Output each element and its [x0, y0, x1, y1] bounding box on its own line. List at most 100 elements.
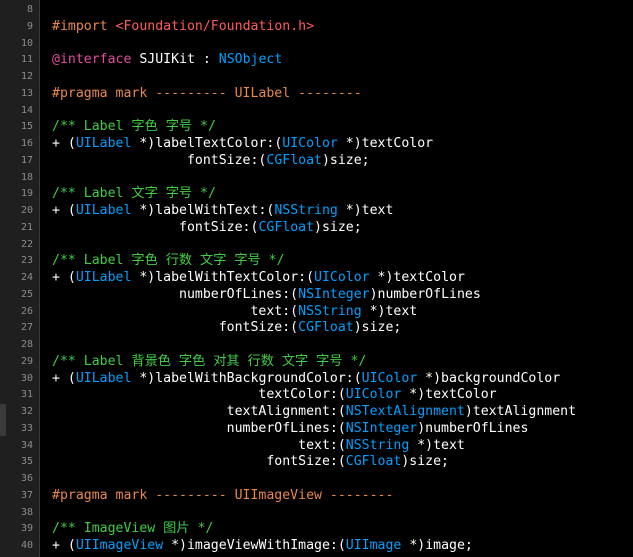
code-token-type: UIImageView: [75, 538, 164, 553]
line-number: 12: [20, 71, 33, 82]
code-editor[interactable]: 8 9 10 11 12 13 14 15 16 17 18 19 20 21 22 23 24 25 26 27 28…: [0, 0, 633, 557]
line-number: 28: [20, 339, 33, 350]
code-token-plain: fontSize:(: [52, 219, 259, 235]
code-line[interactable]: + (UILabel *)labelWithText:(NSString *)t…: [52, 203, 633, 220]
code-token-plain: + (: [52, 370, 76, 386]
code-line[interactable]: numberOfLines:(NSInteger)numberOfLines: [52, 287, 633, 304]
code-line[interactable]: [52, 170, 633, 187]
code-line[interactable]: #import <Foundation/Foundation.h>: [52, 19, 633, 36]
code-token-keyword: @interface: [52, 52, 132, 68]
code-token-plain: *)textColor: [369, 270, 465, 285]
code-lines[interactable]: #import <Foundation/Foundation.h> @interf…: [52, 0, 633, 555]
code-token-preproc: #pragma mark --------- UILabel --------: [52, 85, 362, 101]
line-number: 39: [20, 523, 33, 535]
code-line[interactable]: /** Label 字色 字号 */: [52, 119, 633, 136]
code-token-type: CGFloat: [298, 320, 354, 336]
code-token-plain: fontSize:(: [52, 320, 299, 336]
code-line[interactable]: [52, 237, 633, 254]
line-number: 14: [20, 104, 33, 116]
code-line[interactable]: fontSize:(CGFloat)size;: [52, 153, 633, 170]
line-number: 26: [20, 305, 33, 317]
code-token-type: NSInteger: [298, 286, 370, 302]
code-token-plain: )size;: [401, 454, 449, 470]
code-token-type: UILabel: [75, 203, 132, 218]
code-line[interactable]: textAlignment:(NSTextAlignment)textAlign…: [52, 404, 633, 421]
code-token-plain: *)text: [337, 203, 394, 218]
line-number: 35: [20, 456, 33, 468]
code-token-plain: textColor:(: [52, 387, 346, 403]
code-line[interactable]: #pragma mark --------- UILabel --------: [52, 86, 633, 103]
code-token-type: UILabel: [75, 370, 132, 386]
code-line[interactable]: [52, 2, 633, 19]
code-token-plain: )textAlignment: [464, 404, 577, 419]
code-line[interactable]: fontSize:(CGFloat)size;: [52, 454, 633, 471]
code-token-type: CGFloat: [266, 152, 322, 168]
code-token-type: NSTextAlignment: [345, 404, 465, 419]
code-line[interactable]: [52, 471, 633, 488]
line-number: 16: [20, 138, 33, 149]
code-line[interactable]: @interface SJUIKit : NSObject: [52, 52, 633, 69]
code-line[interactable]: [52, 337, 633, 354]
code-line[interactable]: + (UILabel *)labelWithTextColor:(UIColor…: [52, 270, 633, 287]
code-token-plain: + (: [52, 203, 76, 218]
code-line[interactable]: fontSize:(CGFloat)size;: [52, 220, 633, 237]
code-token-plain: *)labelWithText:(: [131, 203, 275, 218]
code-line[interactable]: text:(NSString *)text: [52, 304, 633, 321]
code-token-plain: *)labelTextColor:(: [131, 136, 283, 151]
code-line[interactable]: + (UIImageView *)imageViewWithImage:(UII…: [52, 538, 633, 555]
code-token-type: CGFloat: [345, 454, 402, 470]
code-token-type: NSString: [298, 303, 362, 319]
code-token-type: UIColor: [361, 370, 418, 386]
code-token-plain: *)text: [409, 437, 465, 453]
code-line[interactable]: #pragma mark --------- UIImageView -----…: [52, 488, 633, 505]
code-line[interactable]: /** Label 字色 行数 文字 字号 */: [52, 253, 633, 270]
code-token-plain: )numberOfLines: [417, 420, 529, 436]
line-number: 40: [20, 540, 33, 551]
code-token-type: NSString: [274, 203, 338, 218]
code-token-preproc: #pragma mark --------- UIImageView -----…: [52, 487, 394, 503]
line-number: 23: [20, 255, 33, 267]
code-line[interactable]: text:(NSString *)text: [52, 438, 633, 455]
code-token-plain: + (: [52, 270, 76, 285]
line-number: 18: [20, 171, 33, 183]
code-token-plain: *)textColor: [401, 387, 497, 403]
line-number: 29: [20, 355, 33, 367]
code-line[interactable]: /** Label 文字 字号 */: [52, 186, 633, 203]
code-token-type: NSString: [345, 437, 410, 453]
code-token-plain: *)image;: [401, 538, 473, 553]
code-token-plain: + (: [52, 136, 76, 151]
code-token-plain: )size;: [314, 219, 362, 235]
line-number: 22: [20, 238, 33, 250]
code-token-plain: *)text: [361, 303, 418, 319]
line-number: 38: [20, 506, 33, 518]
code-token-plain: *)imageViewWithImage:(: [163, 538, 346, 553]
code-token-type: CGFloat: [258, 219, 315, 235]
code-line[interactable]: fontSize:(CGFloat)size;: [52, 320, 633, 337]
code-token-type: UILabel: [75, 136, 132, 151]
code-line[interactable]: [52, 505, 633, 522]
code-line[interactable]: [52, 36, 633, 53]
line-number: 8: [26, 4, 33, 15]
line-number: 37: [20, 489, 33, 501]
code-area[interactable]: #import <Foundation/Foundation.h> @interf…: [40, 0, 633, 557]
code-token-plain: text:(: [52, 437, 346, 453]
line-number: 19: [20, 188, 33, 200]
code-line[interactable]: numberOfLines:(NSInteger)numberOfLines: [52, 421, 633, 438]
code-line[interactable]: + (UILabel *)labelTextColor:(UIColor *)t…: [52, 136, 633, 153]
code-token-plain: text:(: [52, 303, 299, 319]
code-line[interactable]: /** ImageView 图片 */: [52, 521, 633, 538]
line-number: 34: [20, 439, 33, 451]
line-number: 31: [20, 389, 33, 401]
code-token-plain: )size;: [321, 152, 370, 168]
code-token-type: NSInteger: [345, 420, 418, 436]
line-number-gutter: 8 9 10 11 12 13 14 15 16 17 18 19 20 21 22 23 24 25 26 27 28…: [0, 0, 40, 557]
gutter-marker: [0, 404, 6, 436]
code-token-plain: *)textColor: [337, 136, 434, 151]
code-line[interactable]: [52, 69, 633, 86]
code-line[interactable]: textColor:(UIColor *)textColor: [52, 387, 633, 404]
code-line[interactable]: [52, 103, 633, 120]
code-line[interactable]: /** Label 背景色 字色 对其 行数 文字 字号 */: [52, 354, 633, 371]
code-line[interactable]: + (UILabel *)labelWithBackgroundColor:(U…: [52, 371, 633, 388]
code-token-plain: numberOfLines:(: [52, 286, 299, 302]
line-number: 21: [20, 221, 33, 233]
